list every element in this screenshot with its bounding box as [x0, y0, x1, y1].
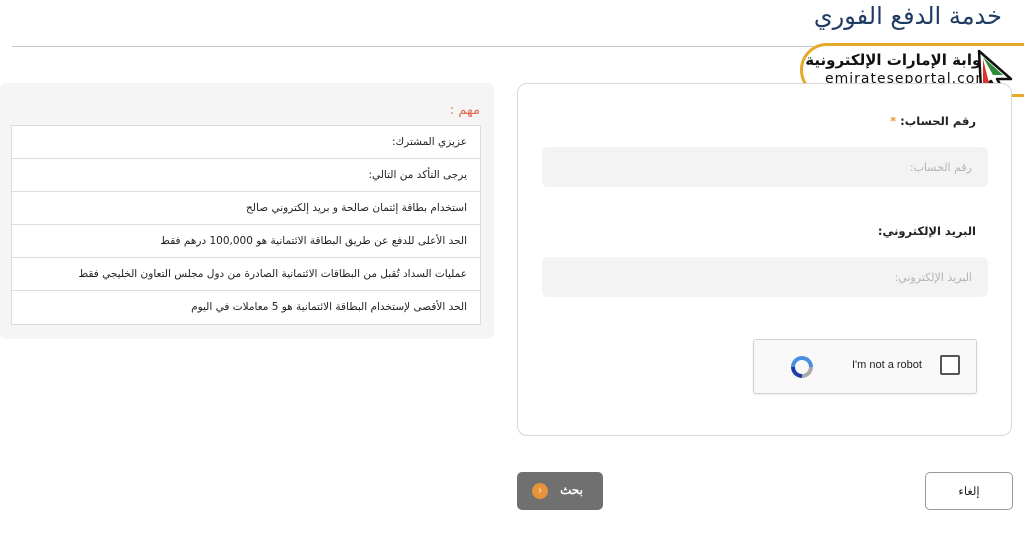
important-info-panel: مهم : عزيزي المشترك: يرجى التأكد من التا… — [0, 83, 494, 339]
cancel-button[interactable]: إلغاء — [925, 472, 1013, 510]
recaptcha-widget: I'm not a robot — [753, 339, 977, 394]
email-input[interactable] — [542, 257, 988, 297]
search-button[interactable]: › بحث — [517, 472, 603, 510]
recaptcha-logo-icon — [791, 356, 813, 378]
required-marker: * — [890, 114, 897, 128]
search-button-label: بحث — [560, 483, 583, 497]
account-number-input[interactable] — [542, 147, 988, 187]
title-divider — [12, 46, 872, 47]
cancel-button-label: إلغاء — [958, 486, 980, 498]
info-row-greeting: عزيزي المشترك: — [12, 126, 480, 159]
important-heading: مهم : — [449, 103, 480, 118]
recaptcha-checkbox[interactable] — [940, 355, 960, 375]
email-label-text: البريد الإلكتروني: — [877, 224, 976, 238]
payment-form-card: رقم الحساب:* البريد الإلكتروني: I'm not … — [517, 83, 1012, 436]
info-row-max-amount: الحد الأعلى للدفع عن طريق البطاقة الائتم… — [12, 225, 480, 258]
recaptcha-label: I'm not a robot — [852, 359, 922, 371]
logo-arabic-text: بوابة الإمارات الإلكترونية — [805, 51, 987, 69]
email-label: البريد الإلكتروني: — [878, 224, 976, 238]
search-arrow-icon: › — [532, 483, 548, 499]
info-row-daily-limit: الحد الأقصى لإستخدام البطاقة الائتمانية … — [191, 301, 467, 313]
info-row-gcc-cards: عمليات السداد تُقبل من البطاقات الائتمان… — [12, 258, 480, 291]
page-title: خدمة الدفع الفوري — [813, 2, 1002, 30]
info-table: عزيزي المشترك: يرجى التأكد من التالي: اس… — [11, 125, 481, 325]
info-row-valid-card: استخدام بطاقة إئتمان صالحة و بريد إلكترو… — [12, 192, 480, 225]
info-row-instructions: يرجى التأكد من التالي: — [12, 159, 480, 192]
account-number-label-text: رقم الحساب: — [900, 114, 976, 128]
account-number-label: رقم الحساب:* — [890, 114, 976, 128]
